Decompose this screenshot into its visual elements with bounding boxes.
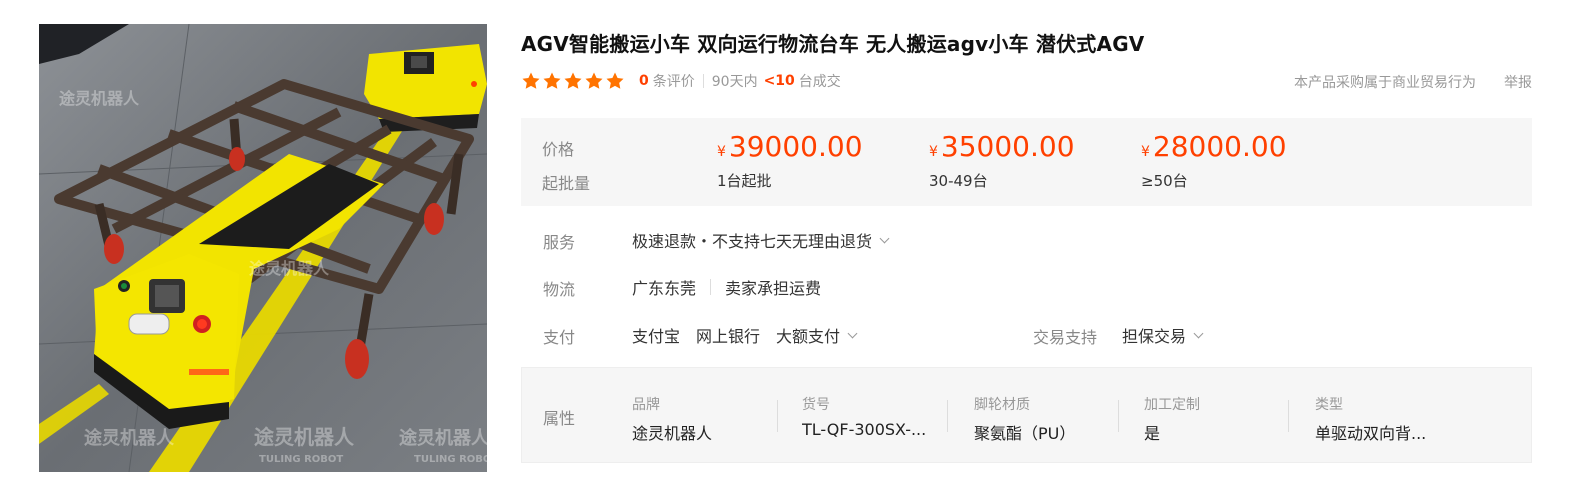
svg-text:途灵机器人: 途灵机器人 <box>84 427 175 449</box>
tier-quantity: ≥50台 <box>1141 172 1188 190</box>
chevron-down-icon <box>879 233 890 243</box>
review-count[interactable]: 0 <box>639 73 649 89</box>
tier-price: ¥39000.00 <box>717 130 863 163</box>
attribute-item: 品牌 途灵机器人 <box>632 394 782 444</box>
price-panel: 价格 起批量 ¥39000.00 1台起批 ¥35000.00 30-49台 ¥… <box>521 118 1532 206</box>
attribute-name: 品牌 <box>632 397 660 413</box>
attributes-label: 属性 <box>543 409 576 428</box>
report-link[interactable]: 举报 <box>1504 72 1532 92</box>
tier-price: ¥35000.00 <box>929 130 1075 163</box>
far-agv <box>364 44 487 132</box>
top-right-links: 本产品采购属于商业贸易行为 举报 <box>1294 72 1532 92</box>
product-image[interactable]: 途灵机器人 途灵机器人 途灵机器人 TULING ROBOT TULING RO… <box>39 24 487 472</box>
svg-text:TULING ROBOT: TULING ROBOT <box>259 454 343 465</box>
payment-alipay: 支付宝 <box>632 327 681 346</box>
star-icon <box>606 72 624 89</box>
attribute-name: 货号 <box>802 397 830 413</box>
deals-label: 台成交 <box>798 74 841 90</box>
divider <box>1288 400 1289 432</box>
tier-price: ¥28000.00 <box>1141 130 1287 163</box>
trade-support-dropdown[interactable]: 担保交易 <box>1122 323 1204 347</box>
svg-text:途灵机器人: 途灵机器人 <box>249 259 330 278</box>
logistics-info: 广东东莞 卖家承担运费 <box>632 275 821 299</box>
service-value: 极速退款・不支持七天无理由退货 <box>632 232 873 251</box>
payment-methods: 支付宝 网上银行 大额支付 <box>632 323 858 347</box>
divider <box>710 279 712 295</box>
business-notice-link[interactable]: 本产品采购属于商业贸易行为 <box>1294 72 1476 92</box>
product-title: AGV智能搬运小车 双向运行物流台车 无人搬运agv小车 潜伏式AGV <box>521 32 1145 56</box>
svg-text:途灵机器人: 途灵机器人 <box>399 427 487 449</box>
attribute-value: 是 <box>1144 424 1161 443</box>
trade-support-label: 交易支持 <box>1033 328 1098 347</box>
deals-count: <10 <box>763 73 795 89</box>
attributes-panel: 属性 品牌 途灵机器人 货号 TL-QF-300SX-... 脚轮材质 聚氨酯（… <box>521 367 1532 463</box>
shipping-fee: 卖家承担运费 <box>725 279 822 298</box>
svg-text:途灵机器人: 途灵机器人 <box>254 425 355 449</box>
star-icon <box>585 72 603 89</box>
attribute-name: 加工定制 <box>1144 397 1200 413</box>
service-dropdown[interactable]: 极速退款・不支持七天无理由退货 <box>632 228 890 252</box>
attribute-item: 类型 单驱动双向背... <box>1315 394 1455 444</box>
attribute-value: TL-QF-300SX-... <box>802 420 927 439</box>
attribute-item: 脚轮材质 聚氨酯（PU） <box>974 394 1124 444</box>
star-icon <box>564 72 582 89</box>
attribute-name: 类型 <box>1315 397 1343 413</box>
svg-text:TULING ROBOT: TULING ROBOT <box>414 454 487 465</box>
attribute-item: 加工定制 是 <box>1144 394 1294 444</box>
attribute-value: 聚氨酯（PU） <box>974 424 1076 443</box>
trade-support-value: 担保交易 <box>1122 327 1187 346</box>
attribute-value: 途灵机器人 <box>632 424 713 443</box>
rating-row: 0 条评价 90天内 <10 台成交 <box>521 70 841 92</box>
ship-origin: 广东东莞 <box>632 279 697 298</box>
attribute-item: 货号 TL-QF-300SX-... <box>802 394 927 439</box>
price-label: 价格 <box>542 140 575 159</box>
min-order-label: 起批量 <box>542 174 591 193</box>
tier-quantity: 1台起批 <box>717 172 772 190</box>
tier-quantity: 30-49台 <box>929 172 988 190</box>
review-label[interactable]: 条评价 <box>653 71 695 91</box>
svg-text:途灵机器人: 途灵机器人 <box>59 89 140 108</box>
chevron-down-icon <box>1193 328 1204 338</box>
logistics-label: 物流 <box>543 280 576 299</box>
payment-online-bank: 网上银行 <box>696 327 761 346</box>
divider <box>947 400 948 432</box>
star-icon <box>522 72 540 89</box>
divider <box>1118 400 1119 432</box>
divider <box>777 400 778 432</box>
payment-label: 支付 <box>543 328 576 347</box>
chevron-down-icon[interactable] <box>847 328 858 338</box>
star-rating <box>521 71 625 91</box>
service-label: 服务 <box>543 233 576 252</box>
payment-large-amount[interactable]: 大额支付 <box>776 323 840 347</box>
divider <box>702 74 704 88</box>
attribute-name: 脚轮材质 <box>974 397 1030 413</box>
period-label: 90天内 <box>711 74 758 90</box>
star-icon <box>543 72 561 89</box>
attribute-value: 单驱动双向背... <box>1315 424 1427 443</box>
